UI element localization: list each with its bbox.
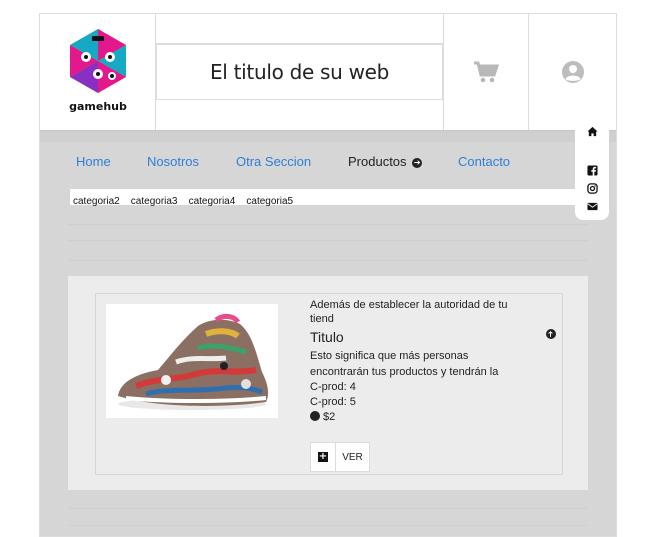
divider [68, 240, 588, 241]
view-product-button[interactable]: VER [336, 442, 370, 472]
product-info: Además de establecer la autoridad de tu … [310, 298, 530, 425]
category-item[interactable]: categoria2 [73, 196, 120, 207]
account-button[interactable] [529, 14, 616, 130]
category-item[interactable]: categoria5 [246, 196, 293, 207]
product-code: C-prod: 5 [310, 396, 356, 408]
nav-item-contacto[interactable]: Contacto [458, 154, 510, 169]
plus-icon: + [318, 451, 328, 462]
cart-icon [474, 61, 499, 83]
mail-icon[interactable] [587, 201, 598, 212]
divider [68, 525, 588, 526]
social-bar [575, 116, 609, 220]
facebook-icon[interactable] [587, 165, 598, 176]
header-band [40, 130, 616, 142]
nav-item-otra-seccion[interactable]: Otra Seccion [236, 154, 311, 169]
site-title: El titulo de su web [209, 60, 390, 84]
product-intro: Además de establecer la autoridad de tu … [310, 299, 508, 325]
product-actions: + VER [310, 442, 370, 472]
header-divider [156, 14, 443, 44]
product-title[interactable]: Titulo [310, 328, 530, 346]
cart-button[interactable] [443, 14, 529, 130]
nav-item-home[interactable]: Home [76, 154, 111, 169]
product-image[interactable] [106, 304, 278, 418]
logo[interactable]: gamehub [40, 14, 156, 130]
instagram-icon[interactable] [587, 183, 598, 194]
category-bar: categoria2 categoria3 categoria4 categor… [70, 189, 590, 207]
product-card: Además de establecer la autoridad de tu … [95, 293, 563, 475]
divider [68, 508, 588, 509]
divider [68, 224, 588, 225]
main-nav: Home Nosotros Otra Seccion Productos ➔ C… [40, 142, 616, 182]
gamehub-logo-icon [70, 29, 126, 93]
scroll-up-icon[interactable]: ➔ [546, 329, 556, 339]
site-header: gamehub El titulo de su web [40, 14, 616, 130]
price-dot-icon [310, 411, 320, 421]
nav-item-productos-label: Productos [348, 154, 407, 169]
logo-text: gamehub [69, 100, 127, 113]
product-price: $2 [310, 410, 530, 425]
product-code: C-prod: 4 [310, 381, 356, 393]
product-section: Además de establecer la autoridad de tu … [68, 276, 588, 490]
site-title-box: El titulo de su web [156, 44, 443, 100]
add-to-cart-button[interactable]: + [310, 442, 336, 472]
nav-item-productos[interactable]: Productos ➔ [348, 154, 423, 169]
category-item[interactable]: categoria4 [189, 196, 236, 207]
product-description: Esto significa que más personas encontra… [310, 350, 499, 378]
page-frame: gamehub El titulo de su web Home Nosotro… [39, 13, 617, 537]
product-price-value: $2 [323, 411, 336, 423]
home-icon[interactable] [587, 126, 598, 137]
sneaker-pile-image [118, 313, 269, 410]
arrow-right-icon: ➔ [412, 157, 423, 168]
divider [68, 260, 588, 261]
nav-item-nosotros[interactable]: Nosotros [147, 154, 199, 169]
category-item[interactable]: categoria3 [131, 196, 178, 207]
user-icon [561, 61, 584, 83]
